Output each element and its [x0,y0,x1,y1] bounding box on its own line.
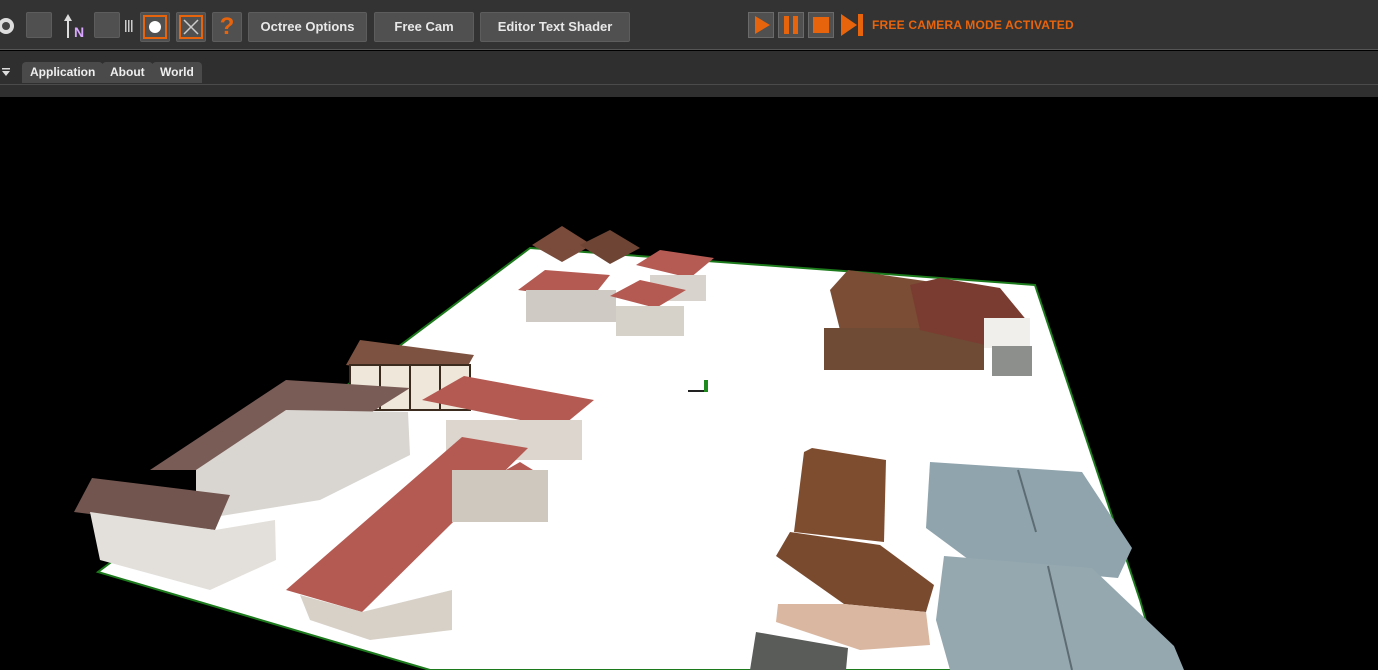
north-label: N [74,24,85,40]
editor-text-shader-button[interactable]: Editor Text Shader [480,12,630,42]
gear-icon[interactable] [0,14,20,38]
tab-bar [0,51,1378,85]
sphere-button[interactable] [140,12,170,42]
main-toolbar: N ? Octree Options Free Cam Editor Text … [0,0,1378,50]
help-icon: ? [219,13,235,40]
scene-render [74,226,1184,670]
pause-icon[interactable] [778,12,804,38]
status-text: FREE CAMERA MODE ACTIVATED [872,18,1074,32]
play-icon[interactable] [748,12,774,38]
north-arrow-icon[interactable]: N [60,12,90,42]
blank-button[interactable] [26,12,52,38]
blank-button-2[interactable] [94,12,120,38]
step-forward-icon[interactable] [838,12,866,38]
expand-view-button[interactable] [176,12,206,42]
scene-viewport[interactable] [0,97,1378,670]
octree-options-button[interactable]: Octree Options [248,12,367,42]
hangar-buildings [926,462,1184,670]
tab-world[interactable]: World [152,62,202,83]
stop-icon[interactable] [808,12,834,38]
tab-about[interactable]: About [102,62,153,83]
panel-strip [0,85,1378,97]
free-cam-button[interactable]: Free Cam [374,12,474,42]
grip-icon[interactable] [125,20,135,34]
tab-application[interactable]: Application [22,62,104,83]
chevron-down-icon[interactable] [2,65,12,76]
help-button[interactable]: ? [212,12,242,42]
